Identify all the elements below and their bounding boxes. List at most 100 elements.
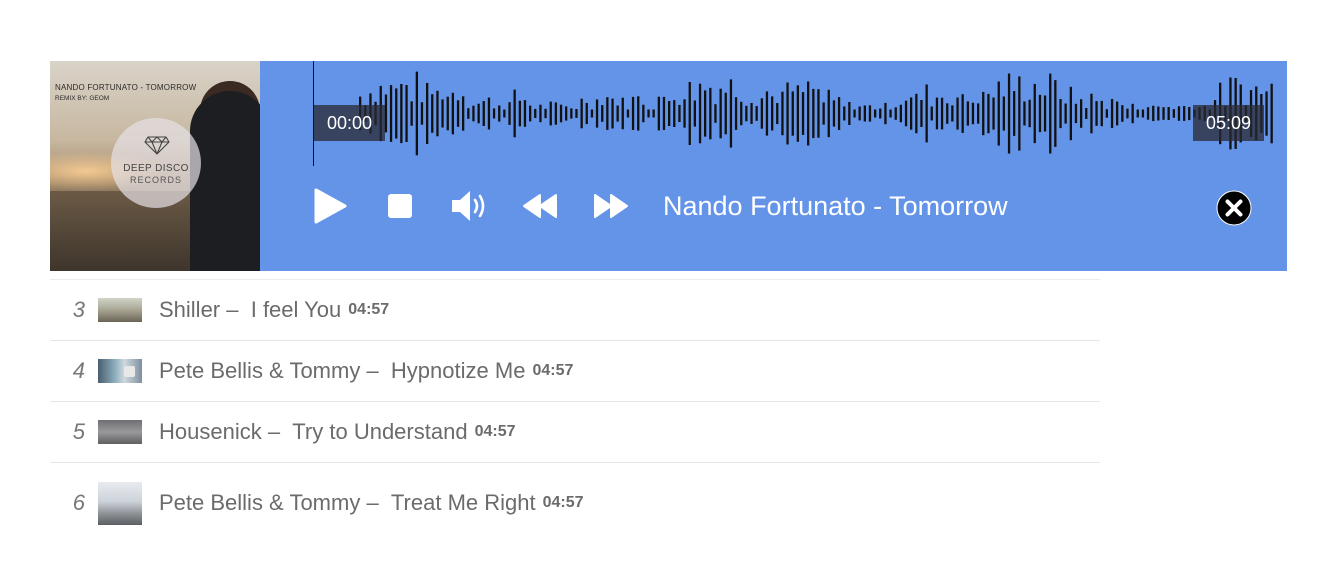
waveform-bar: [1146, 107, 1150, 120]
waveform-bar: [745, 105, 748, 122]
waveform-bar: [657, 96, 660, 131]
waveform-bar: [760, 98, 763, 129]
waveform-bar: [616, 105, 619, 122]
waveform-bar: [693, 100, 696, 127]
waveform-bar: [843, 106, 846, 121]
waveform-bar: [848, 102, 851, 125]
waveform-bar: [1064, 103, 1067, 124]
waveform-bar: [395, 88, 398, 139]
waveform-bar: [1018, 76, 1021, 151]
waveform-bar: [704, 90, 707, 137]
waveform-bar: [698, 83, 702, 144]
waveform-bar: [935, 97, 939, 130]
waveform-bar: [420, 102, 424, 125]
fast-forward-button[interactable]: [591, 186, 631, 226]
waveform-bar: [1116, 101, 1119, 126]
waveform-bar: [1080, 99, 1083, 128]
waveform-bar: [683, 99, 686, 128]
waveform-bar: [724, 92, 727, 135]
label-name-line2: RECORDS: [129, 175, 182, 185]
waveform-bar: [853, 109, 856, 118]
play-button[interactable]: [312, 186, 348, 226]
waveform-bar: [451, 92, 454, 135]
waveform-bar: [1265, 91, 1268, 136]
waveform-bar: [462, 96, 465, 131]
waveform-bar: [431, 94, 434, 133]
waveform[interactable]: [313, 61, 1275, 166]
waveform-bar: [755, 106, 758, 121]
stop-button[interactable]: [384, 186, 416, 226]
track-title: Hypnotize Me: [390, 358, 526, 383]
waveform-bar: [879, 108, 882, 119]
waveform-bar: [946, 103, 949, 124]
waveform-bar: [1121, 105, 1124, 122]
waveform-bar: [1074, 103, 1078, 124]
track-title: Try to Understand: [292, 419, 468, 444]
waveform-bar: [719, 88, 722, 139]
close-icon: [1216, 190, 1252, 226]
waveform-bar: [565, 106, 568, 121]
rewind-button[interactable]: [520, 186, 560, 226]
waveform-bar: [781, 91, 784, 136]
track-artist: Shiller: [159, 297, 221, 322]
track-artist: Pete Bellis & Tommy: [159, 358, 361, 383]
playlist-item[interactable]: 6 Pete Bellis & Tommy – Treat Me Right 0…: [50, 463, 1100, 543]
waveform-bar: [1028, 99, 1031, 128]
now-playing-title: Nando Fortunato - Tomorrow: [663, 191, 1008, 221]
waveform-bar: [688, 82, 691, 145]
track-number: 5: [72, 419, 85, 444]
waveform-bar: [1038, 94, 1042, 133]
track-thumbnail: [98, 420, 142, 444]
waveform-bar: [977, 103, 980, 124]
stop-icon: [388, 194, 412, 218]
waveform-bar: [812, 88, 815, 139]
playlist-item[interactable]: 5 Housenick – Try to Understand 04:57: [50, 402, 1100, 463]
waveform-bar: [482, 101, 485, 126]
waveform-bar: [580, 98, 583, 129]
waveform-bar: [539, 104, 542, 123]
diamond-icon: [144, 136, 170, 155]
waveform-bar: [477, 103, 480, 124]
waveform-bar: [1131, 103, 1134, 124]
waveform-bar: [776, 103, 779, 125]
waveform-bar: [920, 100, 923, 127]
rewind-icon: [523, 194, 557, 218]
waveform-bar: [400, 84, 403, 144]
waveform-bar: [606, 97, 609, 130]
waveform-bar: [1105, 109, 1108, 118]
waveform-bar: [709, 87, 712, 140]
close-button[interactable]: [1216, 190, 1252, 226]
waveform-bar: [1100, 100, 1103, 127]
waveform-bar: [595, 99, 599, 128]
waveform-bar: [1152, 105, 1155, 122]
waveform-bar: [1270, 83, 1273, 144]
waveform-bar: [951, 105, 954, 122]
waveform-bar: [523, 100, 527, 127]
waveform-bar: [585, 102, 588, 125]
waveform-bar: [734, 97, 738, 130]
track-duration: 04:57: [474, 423, 516, 440]
waveform-bar: [987, 93, 990, 134]
waveform-bar: [1002, 96, 1005, 131]
waveform-bar: [940, 97, 944, 130]
waveform-bar: [1054, 80, 1057, 147]
playlist-item[interactable]: 3 Shiller – I feel You 04:57: [50, 279, 1100, 341]
separator: –: [220, 297, 251, 322]
waveform-bar: [837, 97, 841, 130]
waveform-bar: [662, 96, 666, 130]
waveform-bar: [472, 105, 475, 122]
waveform-bar: [513, 89, 516, 138]
fast-forward-icon: [594, 194, 628, 218]
waveform-bar: [858, 106, 861, 121]
track-duration: 04:57: [348, 301, 390, 318]
waveform-bar: [652, 109, 655, 118]
track-artist: Pete Bellis & Tommy: [159, 490, 361, 515]
volume-button[interactable]: [450, 186, 490, 226]
waveform-bar: [1095, 101, 1098, 126]
audio-player-bar: NANDO FORTUNATO - TOMORROW REMIX BY: GEO…: [50, 61, 1287, 271]
waveform-bar: [1188, 107, 1191, 121]
music-player-page: NANDO FORTUNATO - TOMORROW REMIX BY: GEO…: [0, 0, 1325, 581]
album-cover: NANDO FORTUNATO - TOMORROW REMIX BY: GEO…: [50, 61, 260, 271]
playlist-item[interactable]: 4 Pete Bellis & Tommy – Hypnotize Me 04:…: [50, 341, 1100, 402]
track-thumbnail: [98, 481, 142, 525]
